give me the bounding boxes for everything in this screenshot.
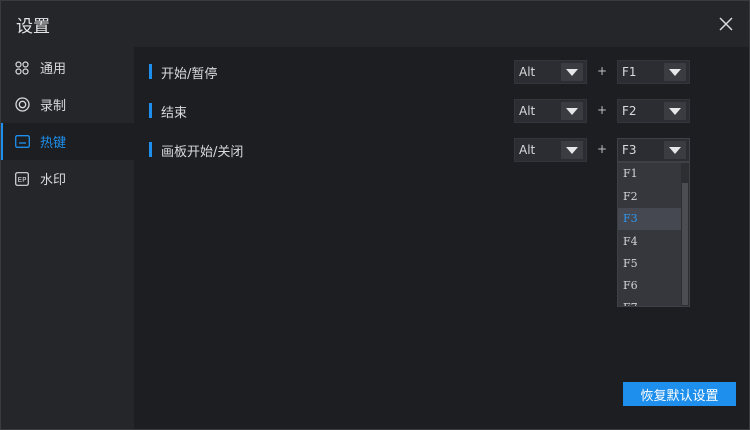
chevron-down-icon[interactable] bbox=[561, 63, 583, 81]
grid-icon bbox=[14, 60, 30, 76]
plus-sign: + bbox=[597, 64, 608, 78]
dropdown-option[interactable]: F4 bbox=[618, 231, 682, 253]
hotkey-label: 画板开始/关闭 bbox=[161, 145, 244, 160]
sidebar-item-record[interactable]: 录制 bbox=[1, 86, 134, 123]
key-dropdown-list[interactable]: F1 F2 F3 F4 F5 F6 F7 bbox=[617, 162, 690, 307]
key-select[interactable]: F2 bbox=[617, 99, 690, 123]
hotkey-row-start-pause: 开始/暂停 Alt + F1 bbox=[134, 60, 749, 84]
key-value: F1 bbox=[622, 65, 637, 79]
dropdown-option[interactable]: F2 bbox=[618, 186, 682, 208]
close-icon bbox=[719, 17, 733, 31]
chevron-down-icon[interactable] bbox=[664, 141, 686, 159]
row-marker bbox=[149, 142, 152, 157]
dropdown-option[interactable]: F5 bbox=[618, 253, 682, 275]
key-select[interactable]: F3 bbox=[617, 138, 690, 162]
dropdown-option[interactable]: F1 bbox=[618, 163, 682, 185]
chevron-down-icon[interactable] bbox=[561, 141, 583, 159]
sidebar-item-hotkeys[interactable]: 热键 bbox=[1, 123, 134, 160]
chevron-down-icon[interactable] bbox=[664, 102, 686, 120]
sidebar-item-label: 水印 bbox=[40, 173, 67, 188]
sidebar-item-label: 热键 bbox=[40, 136, 67, 151]
hotkey-label: 开始/暂停 bbox=[161, 67, 218, 82]
plus-sign: + bbox=[597, 103, 608, 117]
sidebar-item-label: 录制 bbox=[40, 99, 67, 114]
key-select[interactable]: F1 bbox=[617, 60, 690, 84]
chevron-down-icon[interactable] bbox=[561, 102, 583, 120]
hotkey-label: 结束 bbox=[161, 106, 188, 121]
modifier-value: Alt bbox=[519, 65, 536, 79]
svg-text:EP: EP bbox=[18, 176, 27, 184]
dropdown-scrollbar[interactable] bbox=[681, 163, 689, 306]
hotkey-row-drawing-board: 画板开始/关闭 Alt + F3 bbox=[134, 138, 749, 162]
sidebar-item-general[interactable]: 通用 bbox=[1, 49, 134, 86]
title-bar: 设置 bbox=[1, 1, 749, 47]
dropdown-option[interactable]: F6 bbox=[618, 275, 682, 297]
sidebar-item-watermark[interactable]: EP 水印 bbox=[1, 160, 134, 197]
row-marker bbox=[149, 64, 152, 79]
hotkey-row-stop: 结束 Alt + F2 bbox=[134, 99, 749, 123]
key-value: F2 bbox=[622, 104, 637, 118]
key-value: F3 bbox=[622, 143, 637, 157]
sidebar: 通用 录制 热键 EP 水印 bbox=[1, 47, 134, 429]
modifier-value: Alt bbox=[519, 143, 536, 157]
window-title: 设置 bbox=[16, 17, 50, 37]
keyboard-icon bbox=[14, 134, 30, 150]
settings-window: 设置 通用 录制 热键 EP 水印 开始/暂停 Alt + F1 结束 Alt … bbox=[0, 0, 750, 430]
close-button[interactable] bbox=[715, 13, 737, 35]
sidebar-item-label: 通用 bbox=[40, 62, 67, 77]
record-icon bbox=[14, 97, 30, 113]
modifier-select[interactable]: Alt bbox=[514, 138, 587, 162]
chevron-down-icon[interactable] bbox=[664, 63, 686, 81]
row-marker bbox=[149, 103, 152, 118]
dropdown-option-selected[interactable]: F3 bbox=[618, 208, 682, 230]
watermark-icon: EP bbox=[14, 171, 30, 187]
scrollbar-thumb[interactable] bbox=[682, 183, 688, 305]
plus-sign: + bbox=[597, 142, 608, 156]
dropdown-option[interactable]: F7 bbox=[618, 297, 682, 306]
modifier-select[interactable]: Alt bbox=[514, 99, 587, 123]
modifier-select[interactable]: Alt bbox=[514, 60, 587, 84]
restore-defaults-button[interactable]: 恢复默认设置 bbox=[623, 382, 736, 406]
modifier-value: Alt bbox=[519, 104, 536, 118]
